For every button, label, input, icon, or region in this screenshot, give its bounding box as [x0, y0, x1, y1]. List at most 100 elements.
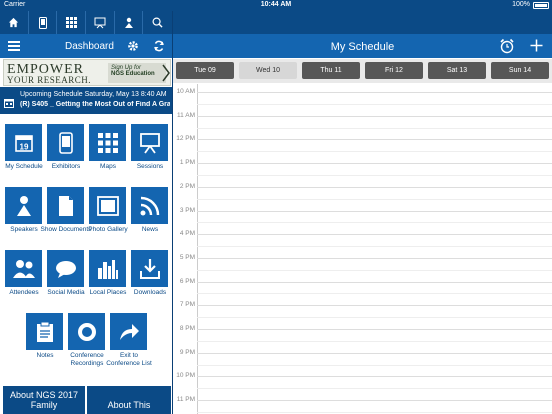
tab-day-thu-11[interactable]: Thu 11: [302, 62, 360, 79]
hour-line: [197, 352, 552, 354]
hour-line: [197, 329, 552, 330]
schedule-grid[interactable]: 10 AM 11 AM 12 PM 1 PM 2 PM 3 PM 4 PM 5 PM 6 PM 7…: [173, 84, 552, 414]
hour-label: 7 PM: [179, 301, 195, 309]
alarm-clock-icon[interactable]: [499, 38, 515, 57]
half-hour-line: [197, 411, 552, 413]
banner-subline: YOUR RESEARCH.: [7, 75, 92, 85]
record-icon: [77, 322, 97, 342]
chevron-right-icon: [162, 64, 170, 87]
tile-maps[interactable]: [89, 124, 126, 161]
banner-cta-line2: NGS Education: [111, 71, 155, 77]
schedule-header: My Schedule: [173, 34, 552, 58]
hour-label: 4 PM: [179, 230, 195, 238]
upcoming-schedule[interactable]: Upcoming Schedule Saturday, May 13 8:40 …: [0, 87, 172, 114]
about-this-label: About This: [107, 400, 151, 410]
rss-icon: [140, 196, 160, 216]
search-icon[interactable]: [143, 11, 172, 34]
grid-icon: [97, 132, 118, 153]
refresh-icon[interactable]: [153, 40, 165, 55]
half-hour-line: [197, 388, 552, 390]
top-band: [173, 11, 552, 34]
hour-label: 9 PM: [179, 348, 195, 356]
tab-day-fri-12[interactable]: Fri 12: [365, 62, 423, 79]
banner-cta[interactable]: Sign Up for NGS Education: [108, 63, 166, 83]
speaker-icon[interactable]: [115, 11, 144, 34]
hour-label: 11 PM: [176, 396, 195, 404]
hour-label: 12 PM: [176, 135, 195, 143]
half-hour-line: [197, 103, 552, 105]
phone-icon[interactable]: [29, 11, 58, 34]
tile-attendees[interactable]: [5, 250, 42, 287]
speaker-icon: [13, 195, 35, 217]
svg-text:19: 19: [19, 142, 28, 151]
hour-line: [197, 210, 552, 212]
half-hour-line: [197, 317, 552, 319]
presentation-icon[interactable]: [86, 11, 115, 34]
hour-label: 3 PM: [179, 206, 195, 214]
tile-speakers[interactable]: [5, 187, 42, 224]
half-hour-line: [197, 151, 552, 153]
add-icon[interactable]: [530, 39, 543, 55]
tile-exhibitors[interactable]: [47, 124, 84, 161]
half-hour-line: [197, 246, 552, 248]
grid-icon[interactable]: [57, 11, 87, 34]
tile-news[interactable]: [131, 187, 168, 224]
half-hour-line: [197, 222, 552, 224]
ad-banner[interactable]: EMPOWER YOUR RESEARCH. Sign Up for NGS E…: [3, 59, 171, 86]
calendar-icon: [4, 95, 14, 113]
chat-icon: [55, 259, 77, 279]
tab-day-wed-10[interactable]: Wed 10: [239, 62, 297, 79]
hour-line: [197, 281, 552, 283]
tile-notes[interactable]: [26, 313, 63, 350]
city-icon: [97, 258, 119, 280]
schedule-title: My Schedule: [330, 41, 395, 53]
tile-sessions[interactable]: [131, 124, 168, 161]
tab-day-tue-09[interactable]: Tue 09: [176, 62, 234, 79]
gear-icon[interactable]: [127, 40, 139, 55]
tile-label[interactable]: News: [124, 226, 176, 234]
tile-photo-gallery[interactable]: [89, 187, 126, 224]
hour-line: [197, 139, 552, 141]
tile-social-media[interactable]: [47, 250, 84, 287]
day-tabs: Tue 09 Wed 10 Thu 11 Fri 12 Sat 13 Sun 14: [173, 59, 552, 83]
battery-percent: 100%: [512, 1, 530, 8]
upcoming-date: Upcoming Schedule Saturday, May 13 8:40 …: [20, 91, 167, 98]
home-icon[interactable]: [0, 11, 29, 34]
about-this-button[interactable]: About This: [87, 386, 171, 414]
tile-conference-recordings[interactable]: [68, 313, 105, 350]
hour-line: [197, 186, 552, 188]
hour-line: [197, 305, 552, 307]
page-title: Dashboard: [65, 41, 114, 52]
half-hour-line: [197, 127, 552, 129]
tile-label[interactable]: Sessions: [124, 163, 176, 171]
menu-icon[interactable]: [8, 41, 20, 51]
hour-line: [197, 92, 552, 93]
about-ngs-button[interactable]: About NGS 2017 Family: [3, 386, 85, 414]
tile-downloads[interactable]: [131, 250, 168, 287]
tile-exit-to-conference-list[interactable]: [110, 313, 147, 350]
tile-show-documents[interactable]: [47, 187, 84, 224]
tile-label[interactable]: Exit to Conference List: [103, 352, 155, 368]
top-icon-bar: [0, 11, 172, 34]
half-hour-line: [197, 364, 552, 366]
half-hour-line: [197, 198, 552, 200]
status-bar: Carrier 10:44 AM 100%: [0, 0, 552, 11]
half-hour-line: [197, 174, 552, 176]
hour-label: 8 PM: [179, 325, 195, 332]
hour-line: [197, 234, 552, 236]
half-hour-line: [197, 269, 552, 271]
hour-label: 6 PM: [179, 277, 195, 285]
hour-label: 1 PM: [179, 159, 195, 167]
hour-label: 5 PM: [179, 253, 195, 261]
calendar-icon: 19: [14, 133, 34, 153]
hour-label: 10 AM: [176, 88, 195, 95]
hour-line: [197, 115, 552, 117]
hour-line: [197, 257, 552, 259]
half-hour-line: [197, 340, 552, 342]
tile-my-schedule[interactable]: 19: [5, 124, 42, 161]
tab-day-sun-14[interactable]: Sun 14: [491, 62, 549, 79]
tile-label[interactable]: Downloads: [124, 289, 176, 297]
tab-day-sat-13[interactable]: Sat 13: [428, 62, 486, 79]
battery-icon: [533, 2, 549, 9]
tile-local-places[interactable]: [89, 250, 126, 287]
